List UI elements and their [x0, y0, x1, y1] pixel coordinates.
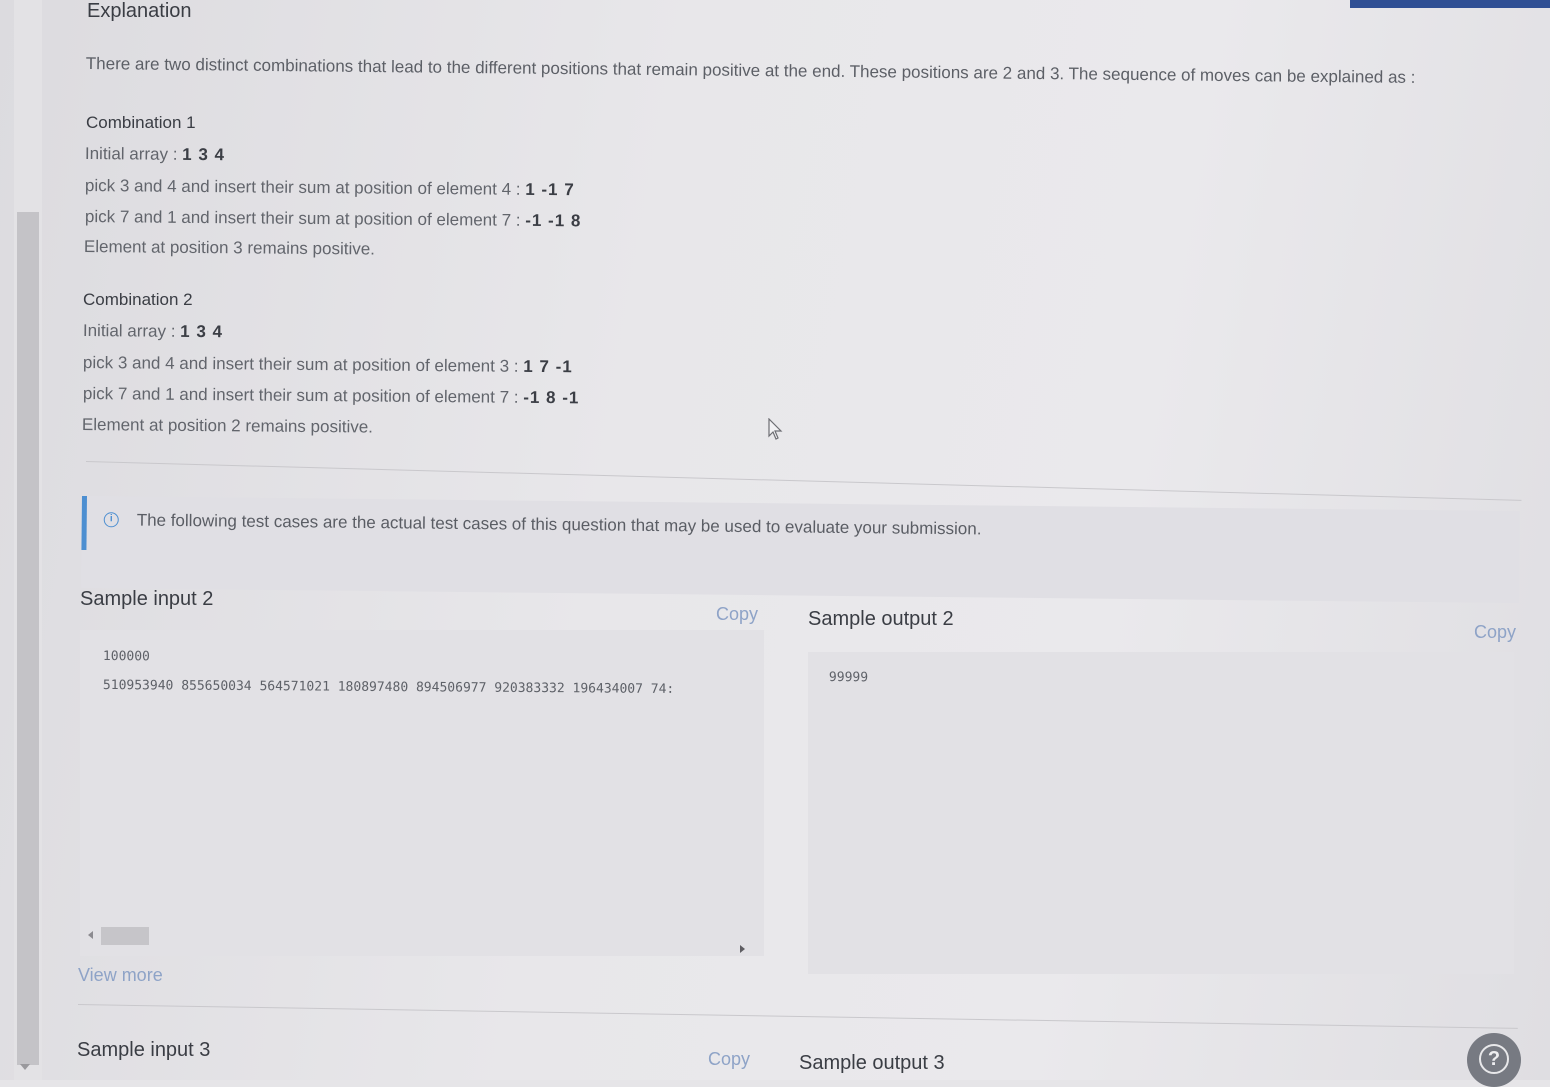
combination-2-step-1: pick 3 and 4 and insert their sum at pos…	[83, 353, 573, 377]
combination-1-initial: Initial array : 1 3 4	[85, 144, 225, 165]
step-value: 1 -1 7	[525, 179, 575, 200]
test-case-notice: i The following test cases are the actua…	[81, 496, 1520, 604]
sample-output-3-title: Sample output 3	[799, 1052, 945, 1074]
notice-accent-bar	[81, 496, 87, 551]
combination-1-result: Element at position 3 remains positive.	[83, 237, 376, 259]
help-button[interactable]: ?	[1467, 1033, 1521, 1087]
combination-2-result: Element at position 2 remains positive.	[81, 415, 374, 437]
copy-sample-input-3-button[interactable]: Copy	[708, 1049, 750, 1070]
section-divider	[85, 461, 1522, 501]
sample-output-2-line: 99999	[828, 670, 869, 686]
sample-input-3-title: Sample input 3	[77, 1039, 211, 1061]
problem-content: Explanation There are two distinct combi…	[0, 0, 1550, 1087]
copy-sample-output-2-button[interactable]: Copy	[1474, 622, 1516, 643]
combination-2-step-2: pick 7 and 1 and insert their sum at pos…	[83, 384, 580, 408]
sample-output-2-title: Sample output 2	[808, 608, 954, 630]
horizontal-scrollbar-thumb[interactable]	[101, 927, 149, 945]
combination-1-step-1: pick 3 and 4 and insert their sum at pos…	[85, 176, 575, 200]
step-value: 1 7 -1	[523, 356, 573, 377]
step-value: -1 8 -1	[523, 387, 580, 408]
section-divider	[77, 1004, 1518, 1029]
sample-input-2-title: Sample input 2	[80, 588, 214, 610]
explanation-heading: Explanation	[87, 0, 192, 22]
sample-input-2-line: 100000	[102, 649, 150, 665]
step-text: pick 7 and 1 and insert their sum at pos…	[82, 384, 524, 407]
initial-value: 1 3 4	[182, 144, 226, 165]
scroll-left-arrow-icon[interactable]	[88, 931, 93, 939]
step-text: pick 3 and 4 and insert their sum at pos…	[82, 353, 524, 376]
initial-label: Initial array :	[84, 144, 183, 164]
explanation-intro: There are two distinct combinations that…	[85, 53, 1416, 87]
help-icon: ?	[1479, 1044, 1509, 1074]
view-more-link[interactable]: View more	[78, 965, 163, 986]
step-text: pick 3 and 4 and insert their sum at pos…	[84, 176, 526, 199]
initial-label: Initial array :	[82, 321, 181, 341]
info-icon: i	[103, 512, 119, 528]
combination-1-title: Combination 1	[86, 113, 196, 132]
combination-1-step-2: pick 7 and 1 and insert their sum at pos…	[85, 207, 582, 231]
notice-text: The following test cases are the actual …	[136, 510, 982, 539]
combination-2-initial: Initial array : 1 3 4	[83, 321, 223, 342]
combination-2-title: Combination 2	[83, 290, 193, 309]
initial-value: 1 3 4	[180, 321, 224, 342]
step-value: -1 -1 8	[525, 210, 582, 231]
sample-output-2-box[interactable]	[808, 652, 1514, 974]
scroll-right-arrow-icon[interactable]	[740, 945, 745, 953]
step-text: pick 7 and 1 and insert their sum at pos…	[84, 207, 526, 230]
copy-sample-input-2-button[interactable]: Copy	[716, 604, 758, 625]
mouse-cursor-icon	[768, 418, 783, 440]
